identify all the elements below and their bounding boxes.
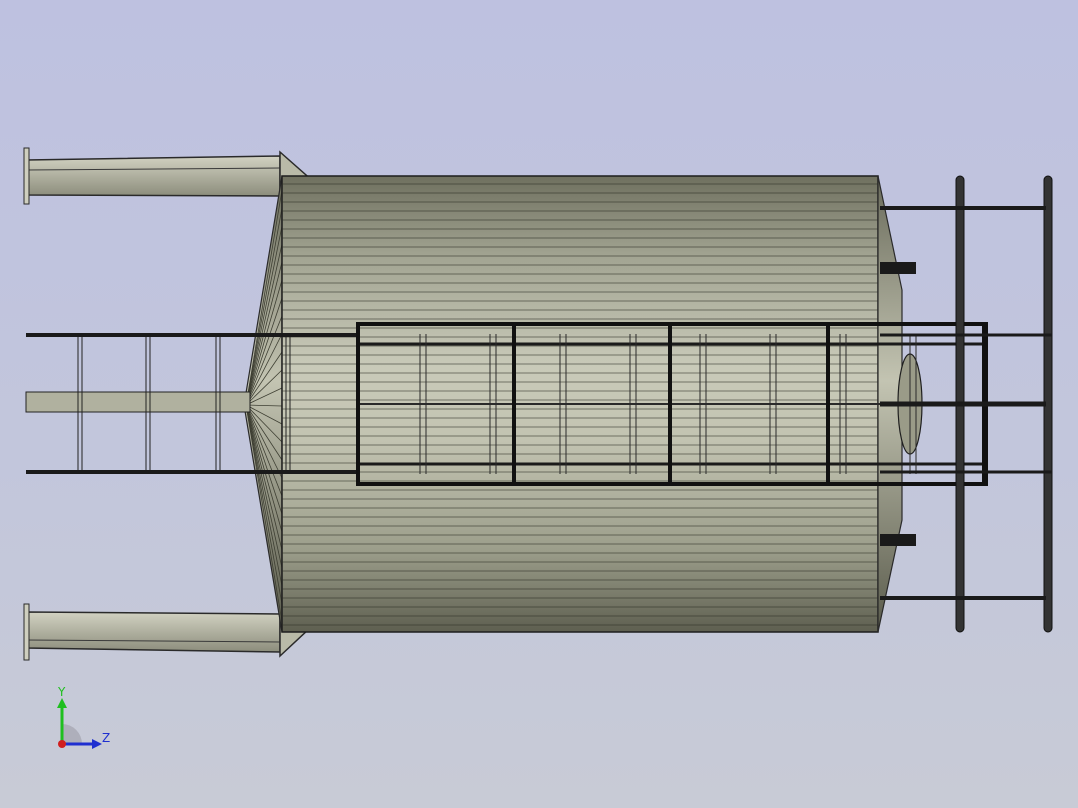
orientation-triad: Y Z <box>50 684 120 754</box>
z-axis-label: Z <box>102 731 111 745</box>
3d-viewport[interactable]: Y Z <box>0 0 1078 808</box>
ladder-right[interactable] <box>880 175 1053 633</box>
tank-model-view[interactable] <box>0 0 1078 808</box>
y-axis-label: Y <box>58 685 66 699</box>
